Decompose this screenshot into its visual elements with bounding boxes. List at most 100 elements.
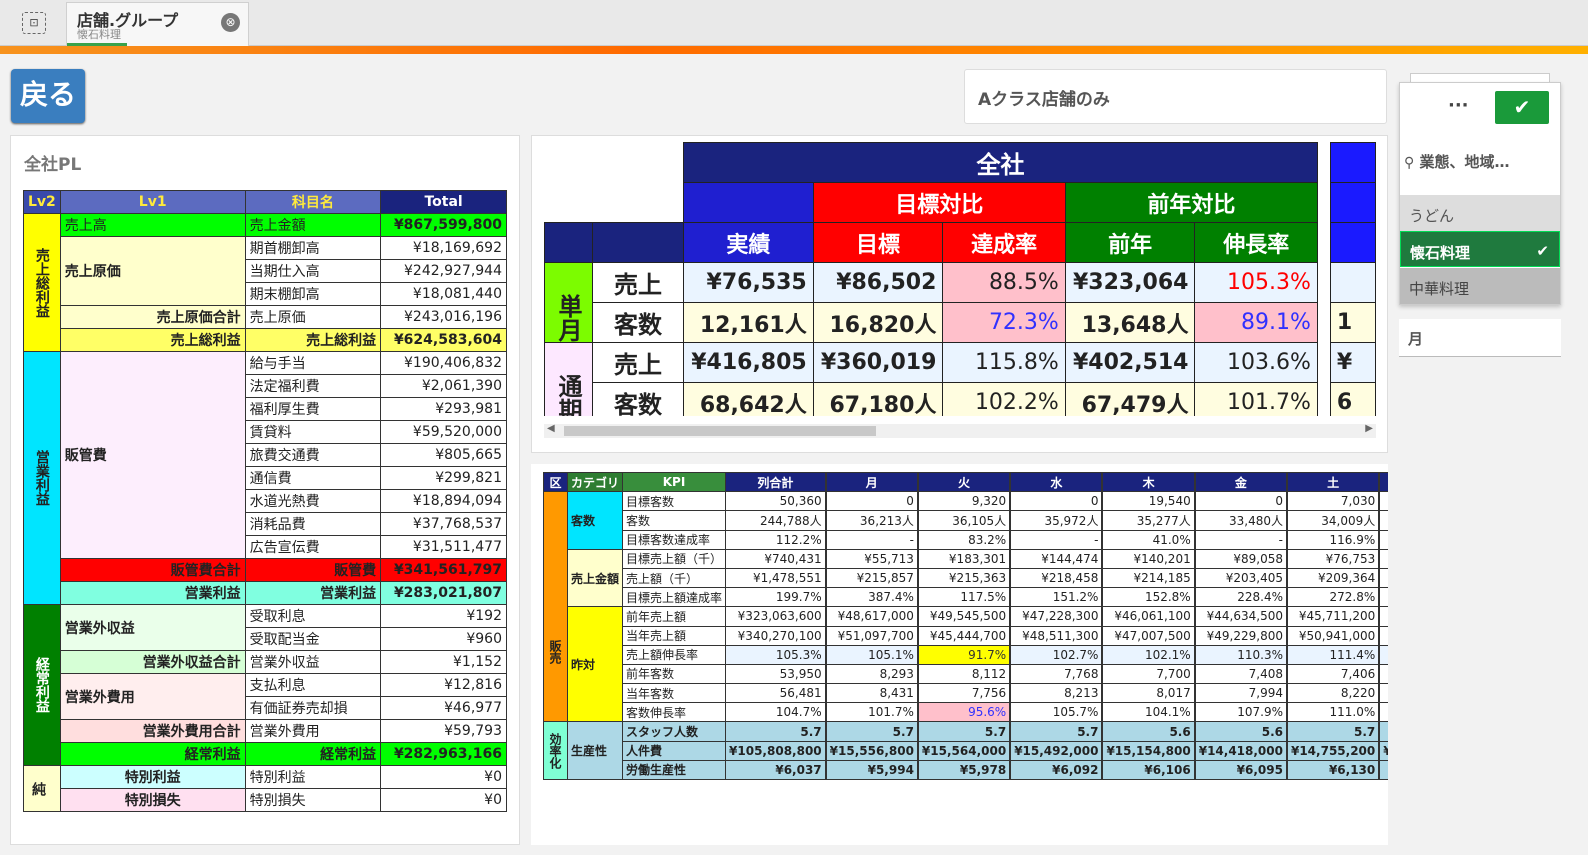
table-row: 当年売上額 ¥340,270,100 ¥51,097,700 ¥45,444,700 ¥…	[544, 625, 1388, 646]
sheet-tab[interactable]: 店舗.グループ 懐石料理 ⊗	[66, 2, 249, 46]
kpi-cell: 33,732人	[1379, 510, 1388, 531]
pl-lv1: 販管費	[59, 351, 246, 559]
month-filter[interactable]: 月	[1399, 319, 1561, 357]
kpi-cell: ¥14,418,000	[1194, 740, 1287, 761]
kpi-cell: ¥6,092	[1010, 759, 1103, 781]
kpi-cell: ¥47,228,300	[1010, 606, 1103, 627]
category-label: 客数	[566, 491, 624, 550]
kpi-cell: ¥49,229,800	[1194, 625, 1287, 646]
kpi-cell: 36,105人	[917, 510, 1011, 531]
scroll-right-icon[interactable]: ▶	[1365, 423, 1373, 434]
table-row: 通期 売上 ¥416,805 ¥360,019 115.8% ¥402,514 …	[544, 342, 1376, 416]
table-row: 売上金額 目標売上額（千） ¥740,431 ¥55,713 ¥183,301 ¥144,…	[544, 548, 1388, 608]
kpi-cell: 36,213人	[825, 510, 918, 531]
more-options-button[interactable]: ···	[1448, 95, 1469, 116]
pl-value: ¥282,963,166	[380, 742, 507, 766]
pl-value: ¥18,894,094	[380, 489, 507, 513]
kpi-cell: 108.1%	[1379, 702, 1388, 723]
back-button[interactable]: 戻る	[11, 69, 85, 123]
scroll-left-icon[interactable]: ◀	[547, 423, 555, 434]
pl-value: ¥18,081,440	[380, 282, 507, 306]
pl-group-label: 純	[23, 765, 61, 812]
pl-account: 賃貸料	[244, 420, 382, 444]
kpi-cell: 152.8%	[1102, 587, 1195, 608]
pl-value: ¥46,977	[380, 696, 507, 720]
table-row: 客数伸長率 104.7% 101.7% 95.6% 105.7% 104.1% 107.9%…	[544, 702, 1388, 723]
listbox-search[interactable]: ⚲ 業態、地域…	[1404, 151, 1558, 172]
kpi-name: 客数	[622, 510, 727, 531]
pl-header: Lv2	[23, 190, 61, 214]
kpi-value: 105.3%	[1194, 262, 1318, 303]
pl-value: ¥59,793	[380, 719, 507, 743]
detail-header: 区	[543, 471, 568, 493]
kpi-cell: 35,972人	[1010, 510, 1103, 531]
pl-value: ¥18,169,692	[380, 236, 507, 260]
accent-bar	[0, 46, 1588, 54]
pl-account: 販管費	[244, 558, 382, 582]
pl-group-label: 営業利益	[23, 351, 61, 605]
pl-value: ¥960	[380, 627, 507, 651]
table-row: 営業外収益合計 営業外収益 ¥1,152	[24, 650, 507, 674]
kpi-value: ¥323,064	[1064, 262, 1196, 303]
kpi-name: 目標売上額（千）	[622, 548, 727, 569]
pl-account: 有価証券売却損	[244, 696, 382, 720]
kpi-cell: 95.6%	[917, 702, 1011, 723]
kpi-cell: ¥89,058	[1194, 548, 1287, 569]
horizontal-scrollbar[interactable]: ◀ ▶	[544, 423, 1376, 438]
section-label: 効率化	[543, 721, 568, 780]
table-row: 労働生産性 ¥6,037 ¥5,994 ¥5,978 ¥6,092 ¥6,106 ¥6,09…	[544, 759, 1388, 781]
pl-value: ¥31,511,477	[380, 535, 507, 559]
kpi-value: ¥	[1329, 342, 1376, 383]
kpi-cell: 5.7	[1010, 721, 1103, 742]
kpi-cell: ¥6,106	[1102, 759, 1195, 781]
kpi-cell: ¥140,201	[1102, 548, 1195, 569]
kpi-cell: ¥203,405	[1194, 567, 1287, 589]
kpi-cell: -	[1010, 529, 1103, 550]
kpi-cell: 7,768	[1010, 663, 1103, 685]
pl-lv1: 営業外費用合計	[59, 719, 246, 743]
confirm-selection-button[interactable]: ✔	[1495, 91, 1549, 124]
listbox-option[interactable]: うどん	[1400, 195, 1560, 231]
kpi-cell: 5.7	[725, 721, 826, 742]
listbox-option-selected[interactable]: 懐石料理 ✔	[1400, 231, 1560, 267]
kpi-name: 人件費	[622, 740, 727, 761]
a-class-filter-button[interactable]: Aクラス店舗のみ	[964, 69, 1387, 124]
pl-value: ¥59,520,000	[380, 420, 507, 444]
kpi-cell: 9,320	[917, 491, 1011, 512]
kpi-cell: 102.1%	[1102, 644, 1195, 665]
table-row: 販売客数目標客数50,36009,320019,54007,03014,470	[543, 491, 1388, 723]
kpi-cell: ¥50,941,000	[1286, 625, 1380, 646]
kpi-value: 101.7%	[1194, 382, 1318, 416]
pl-value: ¥624,583,604	[380, 328, 507, 352]
kpi-cell: 5.6	[1194, 721, 1287, 742]
table-row: 売上額（千） ¥1,478,551 ¥215,857 ¥215,363 ¥218,458…	[544, 567, 1388, 589]
kpi-cell: 111.4%	[1286, 644, 1380, 665]
kpi-cell: 8,017	[1102, 683, 1195, 704]
section-label: 販売	[543, 491, 568, 723]
kpi-cell: 54.3%	[1379, 529, 1388, 550]
pl-value: ¥37,768,537	[380, 512, 507, 536]
kpi-cell: ¥201,915	[1379, 567, 1388, 589]
kpi-cell: -	[1194, 529, 1287, 550]
kpi-cell: ¥48,511,300	[1010, 625, 1103, 646]
kpi-cell: 14,470	[1379, 491, 1388, 512]
detail-header: 金	[1194, 471, 1287, 493]
kpi-cell: 396.4%	[1379, 587, 1388, 608]
search-placeholder: 業態、地域…	[1419, 153, 1510, 171]
tab-subtitle: 懐石料理	[77, 28, 121, 41]
kpi-name: 目標客数達成率	[622, 529, 727, 550]
kpi-cell: ¥14,755,200	[1286, 740, 1380, 761]
table-row: 販管費合計 販管費 ¥341,561,797	[24, 558, 507, 582]
kpi-cell: ¥15,564,000	[917, 740, 1011, 761]
listbox-option[interactable]: 中華料理	[1400, 268, 1560, 304]
table-row: 人件費 ¥105,808,800 ¥15,556,800 ¥15,564,000 ¥15…	[544, 740, 1388, 761]
table-row: 単月 売上 ¥76,535 ¥86,502 88.5% ¥323,064 105…	[544, 262, 1376, 343]
target-group-header: 目標対比	[812, 182, 1066, 223]
kpi-cell: 104.1%	[1102, 702, 1195, 723]
close-icon[interactable]: ⊗	[221, 13, 240, 32]
scrollbar-thumb[interactable]	[564, 426, 876, 436]
kpi-value: 102.2%	[942, 382, 1066, 416]
kpi-viewport: 全社 目標対比 前年対比 実績 目標 達成率 前年 伸長率 単月 売上 ¥76,…	[532, 136, 1376, 416]
selection-icon[interactable]: ⊡	[22, 12, 46, 34]
kpi-value: 72.3%	[942, 302, 1066, 343]
